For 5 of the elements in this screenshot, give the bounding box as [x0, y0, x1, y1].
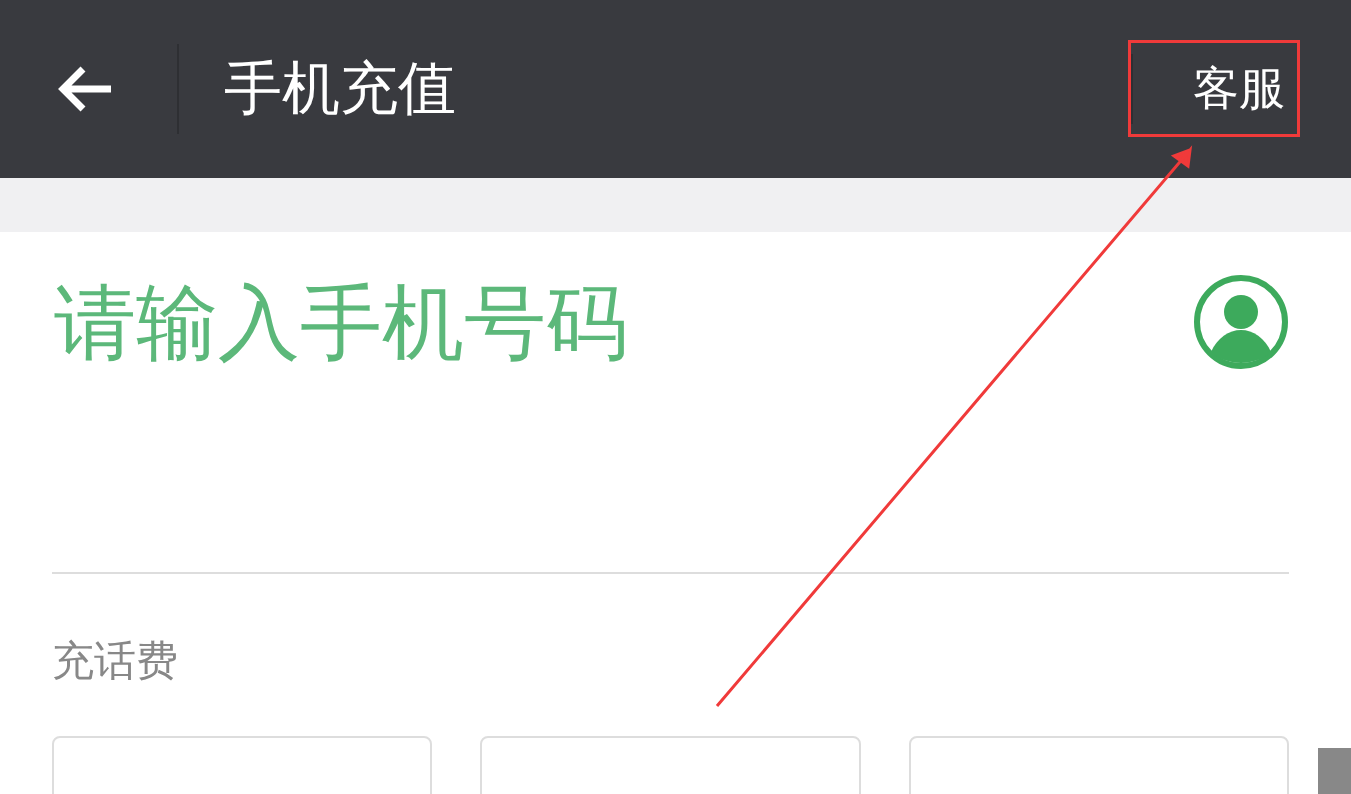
- page-title: 手机充值: [224, 53, 456, 124]
- section-label: 充话费: [52, 636, 179, 686]
- contact-icon[interactable]: [1193, 274, 1289, 370]
- customer-service-button[interactable]: 客服: [1193, 58, 1285, 120]
- scrollbar-thumb[interactable]: [1318, 748, 1351, 794]
